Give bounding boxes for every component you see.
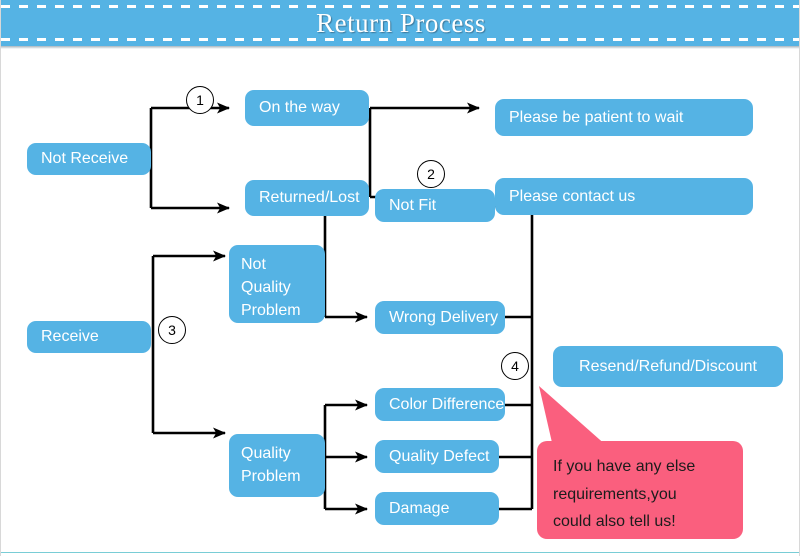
node-wrong-delivery[interactable]: Wrong Delivery — [375, 301, 505, 334]
node-quality-problem[interactable]: Quality Problem — [229, 434, 325, 497]
header-banner: Return Process — [1, 0, 799, 46]
node-returned-lost[interactable]: Returned/Lost — [245, 180, 369, 216]
node-color-difference[interactable]: Color Difference — [375, 388, 505, 421]
node-damage[interactable]: Damage — [375, 492, 499, 525]
node-resend-refund-discount[interactable]: Resend/Refund/Discount — [553, 346, 783, 387]
node-on-the-way[interactable]: On the way — [245, 90, 369, 126]
node-receive[interactable]: Receive — [27, 321, 151, 353]
node-not-receive[interactable]: Not Receive — [27, 143, 151, 175]
node-please-be-patient-to-wait[interactable]: Please be patient to wait — [495, 99, 753, 136]
step-marker-3: 3 — [158, 316, 186, 344]
callout-bubble: If you have any else requirements,you co… — [537, 441, 743, 539]
node-not-fit[interactable]: Not Fit — [375, 189, 495, 222]
step-marker-4: 4 — [501, 352, 529, 380]
node-please-contact-us[interactable]: Please contact us — [495, 178, 753, 215]
node-not-quality-problem[interactable]: Not Quality Problem — [229, 245, 325, 323]
step-marker-1: 1 — [186, 86, 214, 114]
return-process-infographic: Return Process 1 2 3 4 Not Receive On th… — [0, 0, 800, 556]
flowchart-canvas: 1 2 3 4 Not Receive On the way Returned/… — [1, 49, 799, 556]
page-title: Return Process — [316, 8, 486, 38]
step-marker-2: 2 — [417, 160, 445, 188]
node-quality-defect[interactable]: Quality Defect — [375, 440, 499, 473]
footer-rule — [1, 552, 799, 553]
